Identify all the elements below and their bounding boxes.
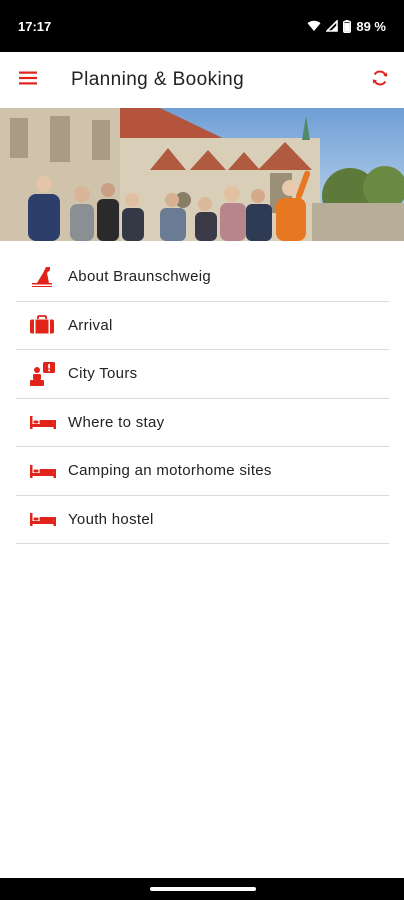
bed-icon: [16, 398, 68, 446]
menu-item-camping[interactable]: Camping an motorhome sites: [16, 447, 389, 496]
hero-image: [0, 108, 404, 241]
menu-item-where-to-stay[interactable]: Where to stay: [16, 398, 389, 447]
bed-icon: [16, 447, 68, 495]
signal-icon: [326, 20, 339, 32]
menu-item-label: Youth hostel: [68, 510, 154, 528]
menu-item-youth-hostel[interactable]: Youth hostel: [16, 495, 389, 544]
menu-item-label: Where to stay: [68, 413, 165, 431]
battery-icon: [343, 19, 352, 33]
app-bar: Planning & Booking: [0, 52, 404, 108]
guide-tour-icon: [16, 350, 68, 398]
battery-percent: 89 %: [356, 18, 386, 34]
menu-item-label: Arrival: [68, 316, 113, 334]
status-bar: 17:17 89 %: [0, 0, 404, 52]
bed-icon: [16, 495, 68, 543]
system-nav-bar: [0, 878, 404, 900]
menu-item-label: City Tours: [68, 365, 138, 383]
refresh-icon: [371, 69, 389, 92]
refresh-button[interactable]: [356, 52, 404, 108]
home-gesture-handle[interactable]: [150, 887, 256, 891]
suitcase-icon: [16, 301, 68, 349]
menu-item-about-braunschweig[interactable]: About Braunschweig: [16, 253, 389, 302]
menu-item-city-tours[interactable]: City Tours: [16, 350, 389, 399]
landmark-icon: [16, 253, 68, 301]
menu-list: About Braunschweig Arrival City Tours Wh…: [16, 253, 389, 544]
status-icons: 89 %: [307, 19, 386, 34]
menu-item-arrival[interactable]: Arrival: [16, 301, 389, 350]
menu-item-label: About Braunschweig: [68, 268, 211, 286]
menu-item-label: Camping an motorhome sites: [68, 462, 272, 480]
page-title: Planning & Booking: [71, 69, 245, 90]
hamburger-menu-icon: [18, 70, 38, 91]
wifi-icon: [307, 20, 321, 32]
status-time: 17:17: [18, 18, 52, 34]
menu-button[interactable]: [0, 52, 56, 108]
